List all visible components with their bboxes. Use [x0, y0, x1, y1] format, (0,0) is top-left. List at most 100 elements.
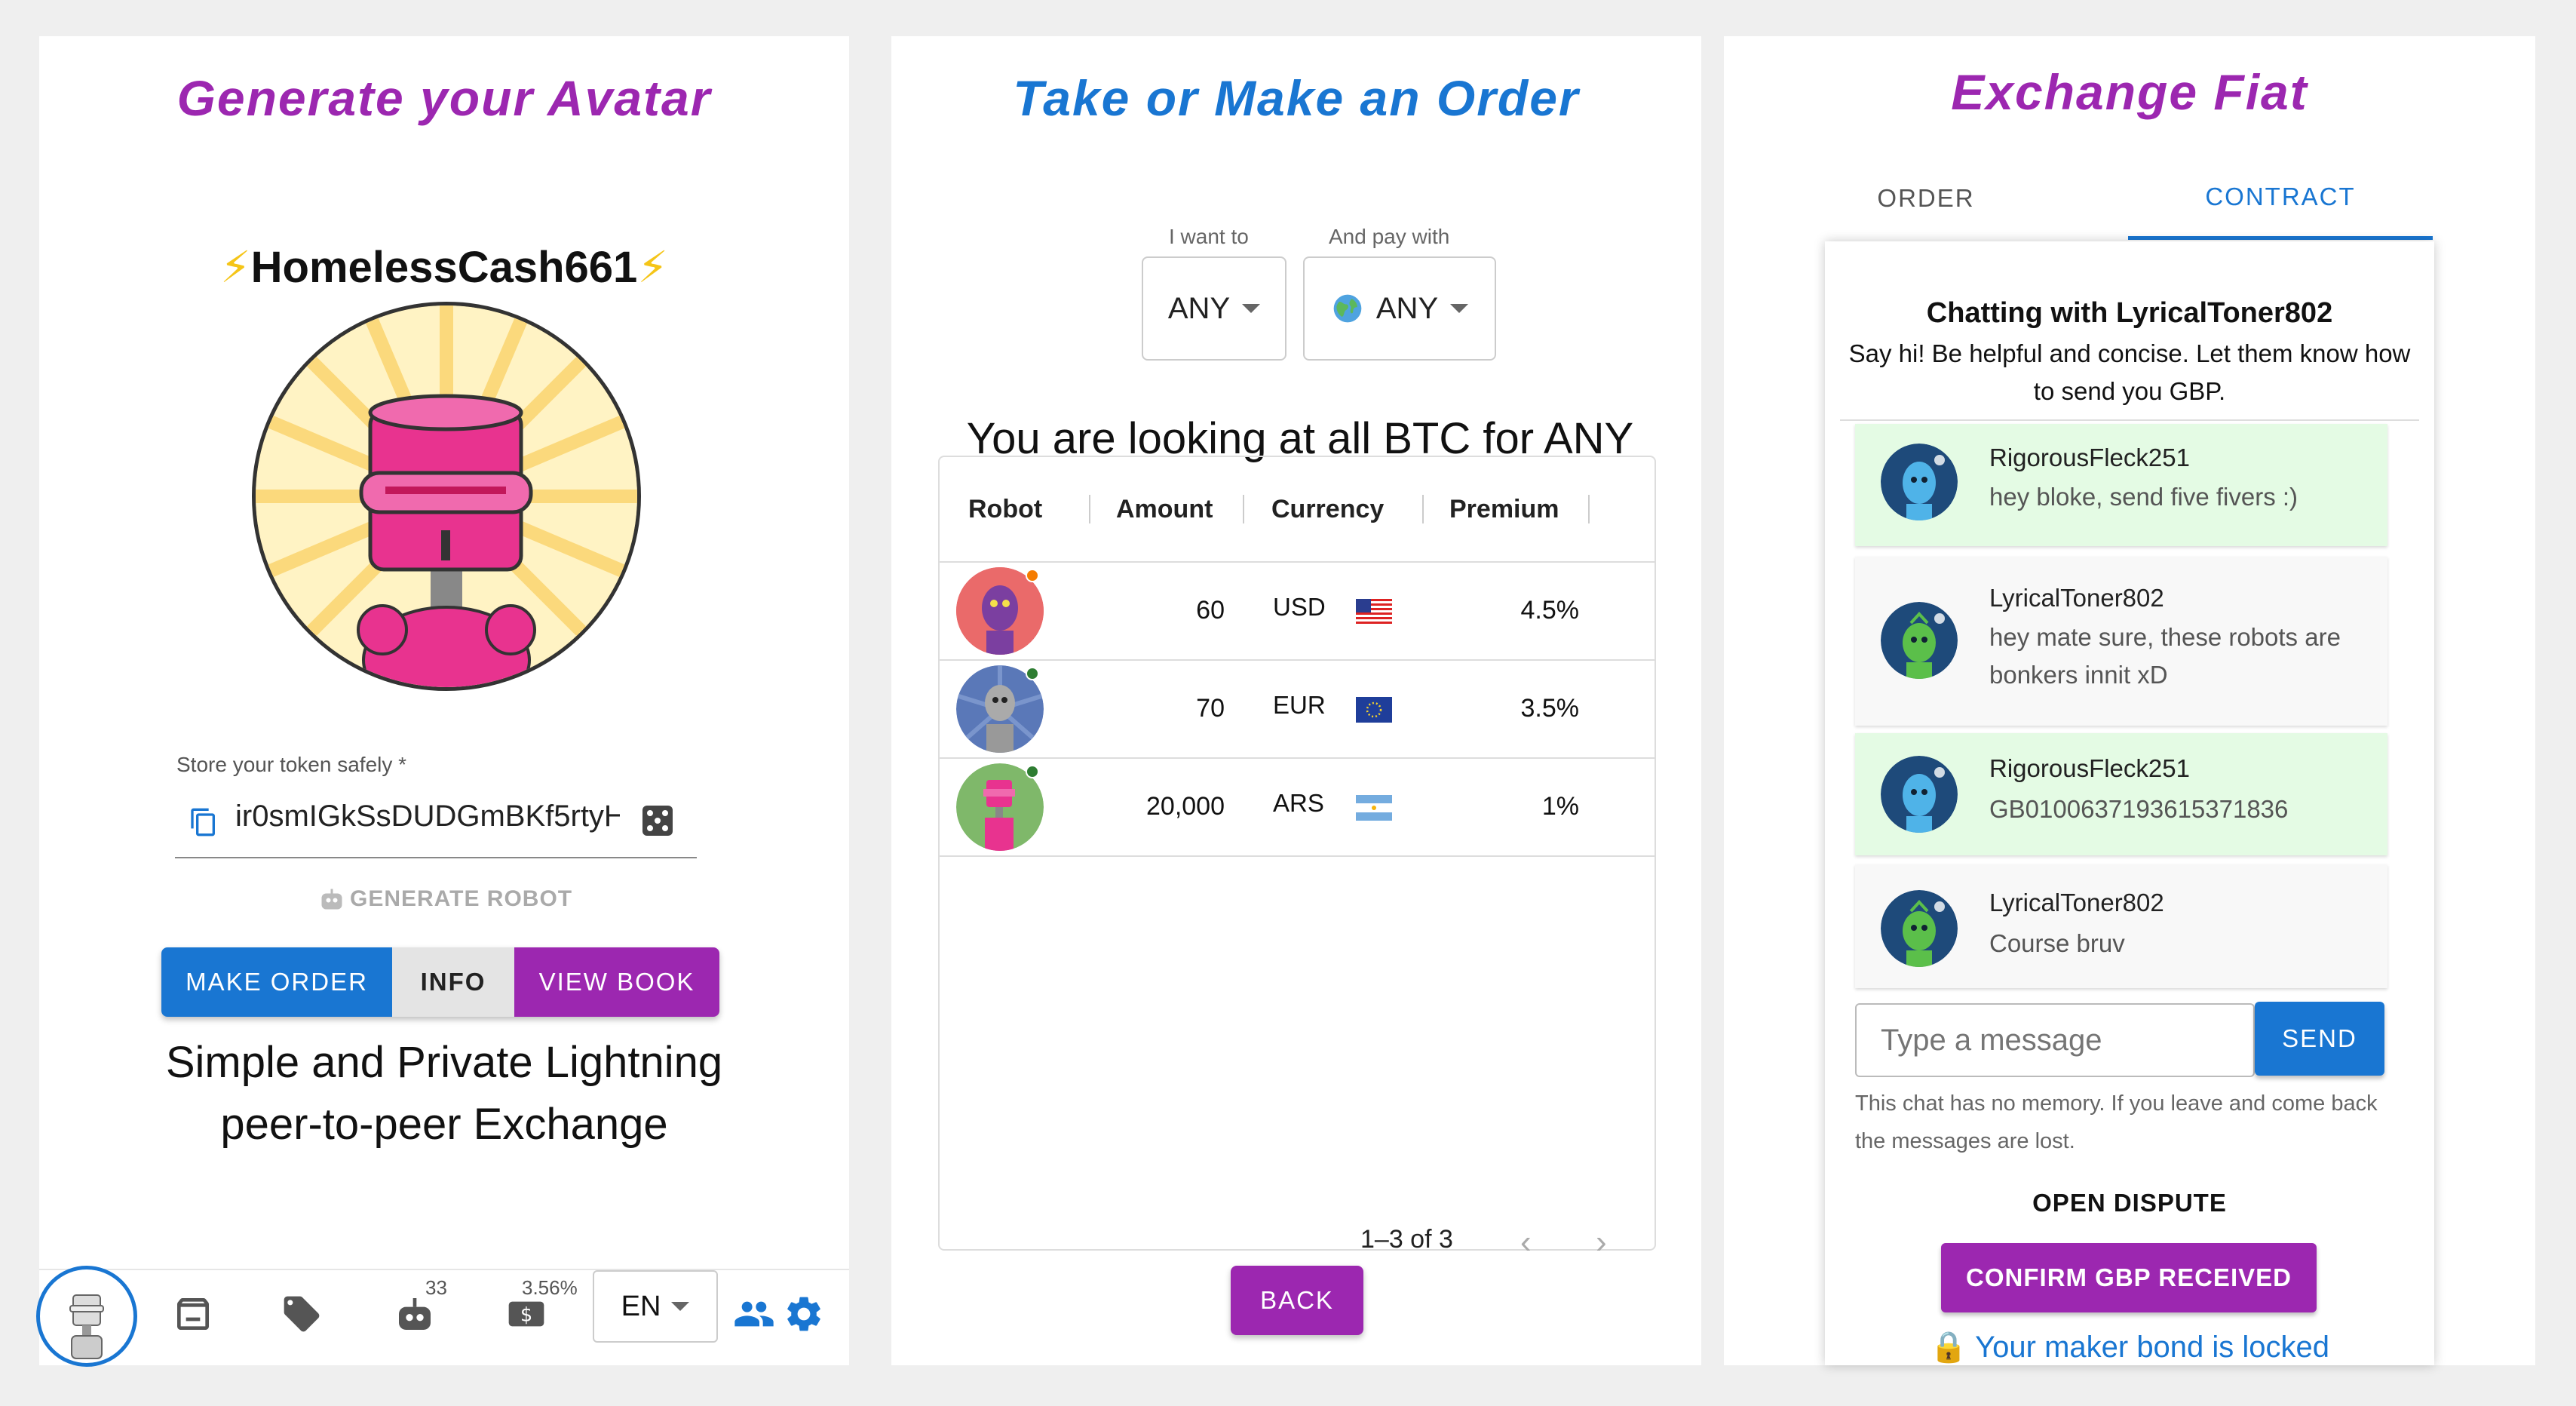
view-book-button[interactable]: VIEW BOOK: [514, 947, 719, 1017]
column-separator: [1422, 495, 1424, 523]
panel-title: Take or Make an Order: [1013, 70, 1580, 126]
info-button[interactable]: INFO: [392, 947, 514, 1017]
exchange-panel: Exchange Fiat ORDER CONTRACT Chatting wi…: [1724, 36, 2535, 1365]
column-separator: [1089, 495, 1090, 523]
table-row[interactable]: 20,000 ARS 1%: [940, 759, 1654, 857]
column-separator: [1588, 495, 1590, 523]
amount-cell: 20,000: [1146, 792, 1225, 821]
confirm-received-button[interactable]: CONFIRM GBP RECEIVED: [1941, 1243, 2317, 1312]
message-author: RigorousFleck251: [1989, 754, 2190, 782]
message-text: Course bruv: [1989, 929, 2125, 957]
premium-cell: 1%: [1541, 792, 1579, 821]
chat-title: Chatting with LyricalToner802: [1926, 297, 2333, 329]
open-dispute-button[interactable]: OPEN DISPUTE: [1825, 1189, 2434, 1217]
chevron-left-icon[interactable]: ‹: [1520, 1223, 1532, 1261]
currency-cell: ARS: [1273, 789, 1324, 817]
robot-avatar: [252, 302, 641, 691]
archive-icon[interactable]: [172, 1293, 214, 1335]
want-value: ANY: [1167, 291, 1231, 325]
bolt-icon: ⚡: [219, 243, 251, 292]
pay-select[interactable]: ANY: [1303, 256, 1496, 361]
want-select[interactable]: ANY: [1142, 256, 1286, 361]
language-select[interactable]: EN: [593, 1270, 718, 1343]
token-field[interactable]: ir0smIGkSsDUDGmBKf5rtyH: [175, 787, 697, 858]
svg-text:$: $: [520, 1303, 532, 1326]
pagination-text: 1–3 of 3: [1360, 1225, 1453, 1254]
back-button[interactable]: BACK: [1231, 1266, 1363, 1335]
copy-icon[interactable]: [189, 806, 219, 839]
table-row[interactable]: 70 EUR 3.5%: [940, 661, 1654, 759]
generate-robot-button[interactable]: GENERATE ROBOT: [318, 886, 572, 913]
bond-status: 🔒 Your maker bond is locked: [1929, 1331, 2330, 1364]
bolt-icon: ⚡: [637, 243, 669, 292]
settings-gear-icon[interactable]: [783, 1293, 825, 1335]
dice-icon[interactable]: [639, 803, 676, 839]
message-input[interactable]: [1855, 1003, 2255, 1077]
premium-badge: 3.56%: [522, 1276, 578, 1299]
token-label: Store your token safely *: [176, 753, 407, 776]
panel-title: Exchange Fiat: [1951, 64, 2308, 120]
status-dot: [1026, 667, 1039, 680]
chat-message: LyricalToner802 hey mate sure, these rob…: [1855, 557, 2387, 726]
message-text: hey mate sure, these robots are bonkers …: [1989, 623, 2341, 689]
robots-count-badge: 33: [425, 1276, 447, 1299]
tagline-line: peer-to-peer Exchange: [220, 1100, 668, 1149]
bottom-bar: 33 $ 3.56% EN: [36, 1266, 849, 1367]
column-header[interactable]: Robot: [968, 495, 1042, 524]
tag-icon[interactable]: [281, 1293, 323, 1335]
main-button-group: MAKE ORDER INFO VIEW BOOK: [161, 947, 719, 1017]
robot-avatar: [1881, 444, 1958, 520]
order-tabs: ORDER CONTRACT: [1724, 157, 2535, 240]
robot-avatar: [1881, 602, 1958, 679]
pay-value: ANY: [1375, 291, 1439, 325]
robot-nickname: ⚡HomelessCash661⚡: [39, 241, 849, 293]
status-dot: [1026, 569, 1039, 582]
profile-avatar-button[interactable]: [36, 1266, 137, 1367]
tab-order[interactable]: ORDER: [1724, 157, 2128, 240]
panel-title: Generate your Avatar: [176, 70, 712, 126]
tab-contract[interactable]: CONTRACT: [2128, 157, 2433, 240]
tagline: Simple and Private Lightning peer-to-pee…: [39, 1032, 849, 1156]
ar-flag-icon: [1356, 795, 1392, 821]
premium-cell: 4.5%: [1520, 596, 1580, 625]
community-icon[interactable]: [733, 1293, 775, 1335]
globe-icon: [1333, 294, 1362, 323]
us-flag-icon: [1356, 599, 1392, 625]
eu-flag-icon: [1356, 697, 1392, 723]
chat-card: Chatting with LyricalToner802 Say hi! Be…: [1825, 241, 2434, 1365]
token-value[interactable]: ir0smIGkSsDUDGmBKf5rtyH: [235, 800, 620, 833]
currency-cell: EUR: [1273, 691, 1326, 719]
chevron-down-icon: [1450, 304, 1469, 313]
column-header[interactable]: Premium: [1449, 495, 1559, 524]
robot-icon: [321, 889, 342, 910]
amount-cell: 70: [1196, 694, 1225, 723]
send-button[interactable]: SEND: [2255, 1002, 2384, 1076]
avatar-panel: Generate your Avatar ⚡HomelessCash661⚡ S…: [36, 36, 849, 1367]
pay-label: And pay with: [1329, 225, 1450, 248]
pagination: 1–3 of 3 ‹ ›: [940, 1219, 1654, 1264]
chat-message: LyricalToner802 Course bruv: [1855, 864, 2387, 988]
column-separator: [1243, 495, 1244, 523]
message-text[interactable]: GB0100637193615371836: [1989, 790, 2288, 828]
order-book-table: Robot Amount Currency Premium 60 USD 4.5…: [938, 456, 1656, 1260]
nickname-text: HomelessCash661: [250, 243, 638, 292]
chevron-down-icon: [1242, 304, 1261, 313]
table-row[interactable]: 60 USD 4.5%: [940, 563, 1654, 661]
order-book-panel: Take or Make an Order I want to ANY And …: [891, 36, 1701, 1365]
chevron-right-icon[interactable]: ›: [1596, 1223, 1607, 1261]
column-header[interactable]: Amount: [1116, 495, 1213, 524]
language-value: EN: [621, 1290, 661, 1322]
message-text: hey bloke, send five fivers :): [1989, 483, 2298, 511]
robot-avatar: [1881, 890, 1958, 967]
table-header: Robot Amount Currency Premium: [940, 457, 1654, 563]
divider: [1840, 419, 2419, 421]
message-author: LyricalToner802: [1989, 584, 2164, 612]
amount-cell: 60: [1196, 596, 1225, 625]
chat-instructions: Say hi! Be helpful and concise. Let them…: [1848, 339, 2411, 405]
column-header[interactable]: Currency: [1271, 495, 1384, 524]
tagline-line: Simple and Private Lightning: [165, 1038, 723, 1087]
chat-memory-note: This chat has no memory. If you leave an…: [1855, 1091, 2378, 1153]
robot-avatar: [1881, 756, 1958, 833]
chevron-down-icon: [671, 1302, 690, 1311]
make-order-button[interactable]: MAKE ORDER: [161, 947, 392, 1017]
